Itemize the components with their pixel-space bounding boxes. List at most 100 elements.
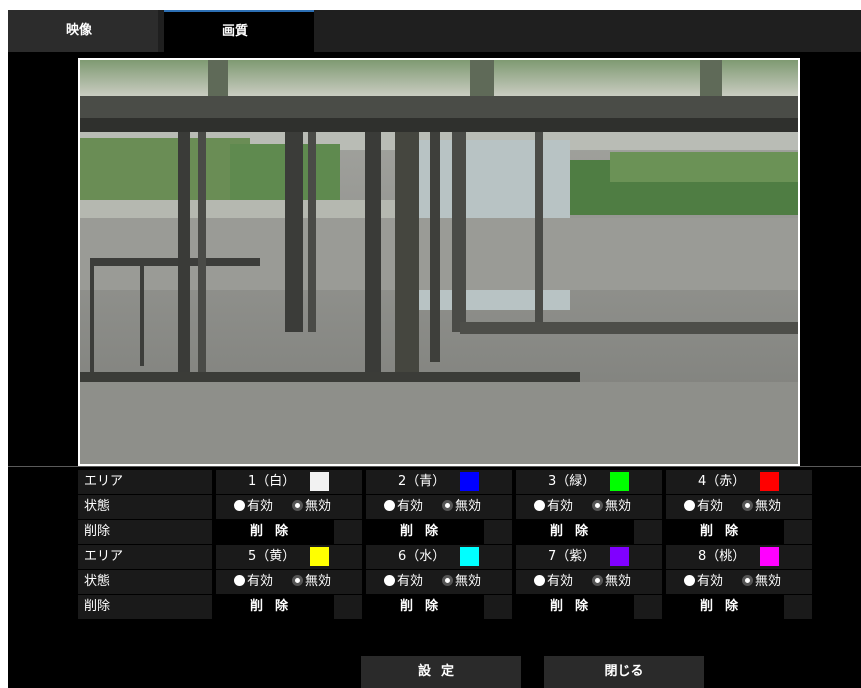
tab-video-label: 映像: [66, 23, 93, 38]
disable-radio[interactable]: 無効: [292, 570, 331, 594]
enable-radio[interactable]: 有効: [684, 495, 723, 519]
area-row: エリア 5（黄） 6（水） 7（紫） 8（桃）: [78, 545, 812, 569]
tab-video[interactable]: 映像: [8, 10, 158, 52]
area-name: 8（桃）: [698, 549, 746, 564]
status-row-label: 状態: [78, 570, 212, 594]
delete-cell: 削除: [516, 520, 662, 544]
enable-radio[interactable]: 有効: [534, 570, 573, 594]
disable-label: 無効: [305, 574, 332, 589]
delete-cell: 削除: [366, 595, 512, 619]
area-name: 5（黄）: [248, 549, 296, 564]
radio-button-icon: [234, 500, 245, 511]
enable-label: 有効: [697, 499, 724, 514]
enable-label: 有効: [547, 499, 574, 514]
enable-radio[interactable]: 有効: [234, 570, 273, 594]
delete-row-label: 削除: [78, 520, 212, 544]
radio-button-icon: [292, 575, 303, 586]
area-color-swatch: [760, 472, 779, 491]
disable-label: 無効: [755, 499, 782, 514]
camera-preview-image: [80, 60, 798, 464]
area-cell: 7（紫）: [516, 545, 662, 569]
disable-radio[interactable]: 無効: [742, 495, 781, 519]
area-color-swatch: [610, 547, 629, 566]
disable-radio[interactable]: 無効: [442, 495, 481, 519]
area-cell: 3（緑）: [516, 470, 662, 494]
delete-cell: 削除: [666, 520, 812, 544]
delete-button[interactable]: 削除: [666, 520, 784, 544]
status-row-label: 状態: [78, 495, 212, 519]
radio-button-icon: [234, 575, 245, 586]
delete-button[interactable]: 削除: [516, 520, 634, 544]
radio-button-icon: [684, 575, 695, 586]
enable-radio[interactable]: 有効: [384, 495, 423, 519]
disable-label: 無効: [455, 574, 482, 589]
enable-radio[interactable]: 有効: [384, 570, 423, 594]
area-name: 6（水）: [398, 549, 446, 564]
status-cell: 有効 無効: [516, 495, 662, 519]
enable-radio[interactable]: 有効: [684, 570, 723, 594]
radio-button-icon: [742, 500, 753, 511]
enable-label: 有効: [397, 574, 424, 589]
area-color-swatch: [460, 547, 479, 566]
radio-button-icon: [384, 500, 395, 511]
area-row-label: エリア: [78, 545, 212, 569]
disable-radio[interactable]: 無効: [592, 495, 631, 519]
area-cell: 2（青）: [366, 470, 512, 494]
area-name: 1（白）: [248, 474, 296, 489]
enable-label: 有効: [547, 574, 574, 589]
status-cell: 有効 無効: [366, 570, 512, 594]
radio-button-icon: [442, 575, 453, 586]
enable-radio[interactable]: 有効: [534, 495, 573, 519]
area-color-swatch: [760, 547, 779, 566]
status-row: 状態 有効 無効 有効 無効 有効 無効 有効 無効: [78, 495, 812, 519]
area-color-swatch: [310, 547, 329, 566]
area-color-swatch: [610, 472, 629, 491]
status-cell: 有効 無効: [366, 495, 512, 519]
radio-button-icon: [742, 575, 753, 586]
delete-cell: 削除: [366, 520, 512, 544]
status-cell: 有効 無効: [666, 570, 812, 594]
area-cell: 6（水）: [366, 545, 512, 569]
status-cell: 有効 無効: [216, 570, 362, 594]
tab-image-quality-label: 画質: [222, 24, 249, 39]
status-row: 状態 有効 無効 有効 無効 有効 無効 有効 無効: [78, 570, 812, 594]
status-cell: 有効 無効: [516, 570, 662, 594]
disable-radio[interactable]: 無効: [442, 570, 481, 594]
close-button[interactable]: 閉じる: [544, 656, 704, 688]
delete-cell: 削除: [516, 595, 662, 619]
delete-button[interactable]: 削除: [516, 595, 634, 619]
radio-button-icon: [442, 500, 453, 511]
area-cell: 4（赤）: [666, 470, 812, 494]
enable-radio[interactable]: 有効: [234, 495, 273, 519]
status-cell: 有効 無効: [216, 495, 362, 519]
enable-label: 有効: [697, 574, 724, 589]
disable-radio[interactable]: 無効: [742, 570, 781, 594]
disable-label: 無効: [305, 499, 332, 514]
radio-button-icon: [534, 575, 545, 586]
delete-row: 削除 削除 削除 削除 削除: [78, 520, 812, 544]
area-color-swatch: [310, 472, 329, 491]
delete-button[interactable]: 削除: [216, 595, 334, 619]
area-cell: 8（桃）: [666, 545, 812, 569]
area-cell: 1（白）: [216, 470, 362, 494]
camera-preview[interactable]: [78, 58, 800, 466]
delete-cell: 削除: [216, 595, 362, 619]
radio-button-icon: [292, 500, 303, 511]
disable-label: 無効: [755, 574, 782, 589]
enable-label: 有効: [247, 499, 274, 514]
delete-button[interactable]: 削除: [666, 595, 784, 619]
delete-button[interactable]: 削除: [216, 520, 334, 544]
disable-radio[interactable]: 無効: [592, 570, 631, 594]
set-button[interactable]: 設定: [361, 656, 521, 688]
disable-radio[interactable]: 無効: [292, 495, 331, 519]
delete-button[interactable]: 削除: [366, 595, 484, 619]
delete-cell: 削除: [666, 595, 812, 619]
radio-button-icon: [384, 575, 395, 586]
delete-button[interactable]: 削除: [366, 520, 484, 544]
area-color-swatch: [460, 472, 479, 491]
tab-image-quality[interactable]: 画質: [164, 10, 314, 52]
delete-row: 削除 削除 削除 削除 削除: [78, 595, 812, 619]
area-name: 3（緑）: [548, 474, 596, 489]
radio-button-icon: [592, 575, 603, 586]
area-row: エリア 1（白） 2（青） 3（緑） 4（赤）: [78, 470, 812, 494]
